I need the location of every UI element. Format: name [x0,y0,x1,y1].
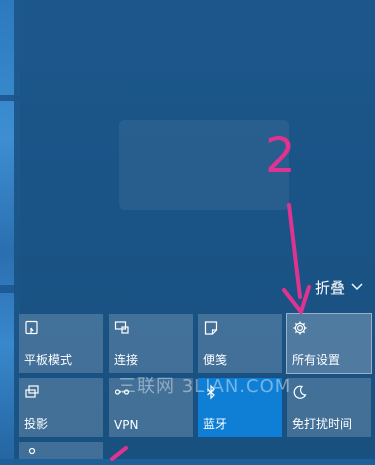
annotation-arrow [110,203,311,461]
